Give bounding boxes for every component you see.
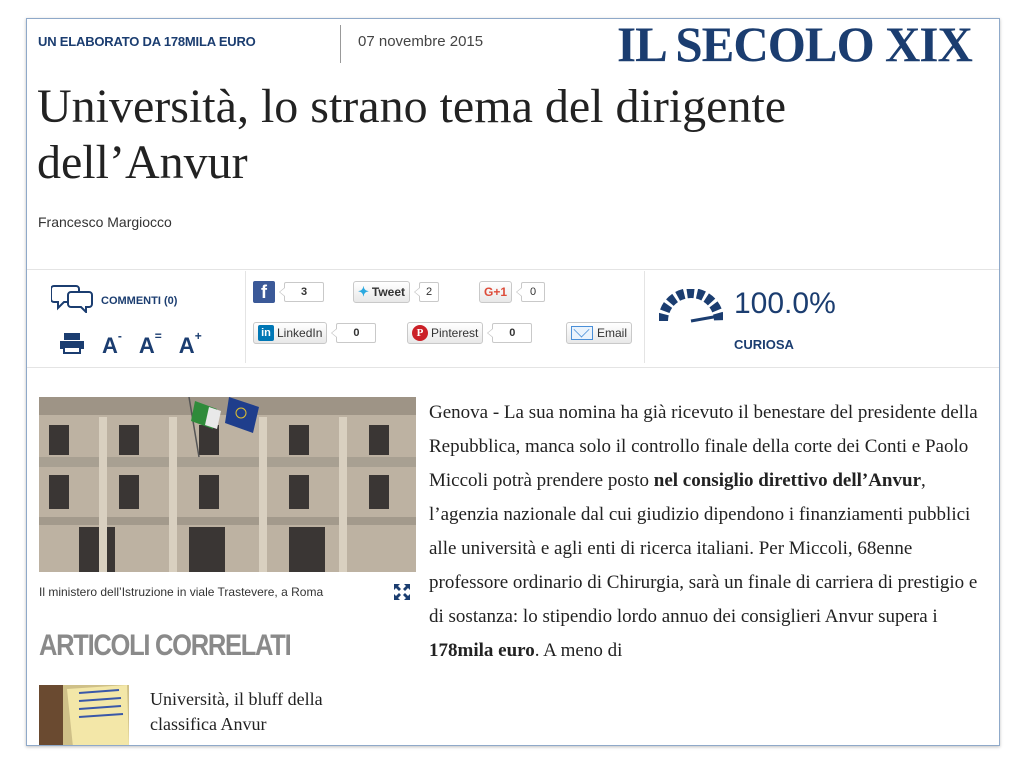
linkedin-count: 0 bbox=[331, 323, 377, 343]
pinterest-share: P Pinterest 0 bbox=[407, 322, 533, 344]
comments-icon bbox=[50, 283, 95, 318]
article-kicker: UN ELABORATO DA 178MILA EURO bbox=[38, 34, 256, 49]
toolbar-top-divider bbox=[27, 269, 999, 270]
email-button[interactable]: Email bbox=[566, 322, 633, 344]
page-title: Università, lo strano tema del dirigente… bbox=[37, 80, 787, 189]
gplus-button[interactable]: G+1 bbox=[479, 281, 513, 303]
toolbar-divider bbox=[245, 271, 246, 363]
mood-label[interactable]: CURIOSA bbox=[734, 337, 794, 352]
font-decrease-letter: A bbox=[102, 332, 118, 358]
font-reset-letter: A bbox=[138, 332, 155, 358]
share-row: f 3 bbox=[253, 281, 324, 303]
comments-label: COMMENTI (0) bbox=[101, 294, 178, 307]
article-date: 07 novembre 2015 bbox=[358, 33, 484, 50]
pinterest-button[interactable]: P Pinterest bbox=[407, 322, 484, 344]
email-icon bbox=[571, 326, 593, 340]
font-decrease-button[interactable]: A- bbox=[102, 329, 122, 359]
font-decrease-mark: - bbox=[117, 329, 122, 344]
article-highlight: 178mila euro bbox=[429, 640, 535, 661]
font-increase-button[interactable]: A+ bbox=[178, 329, 202, 359]
article-text: . A meno di bbox=[534, 640, 623, 661]
print-icon[interactable] bbox=[59, 332, 85, 359]
comments-button[interactable]: COMMENTI (0) bbox=[50, 283, 178, 318]
related-article-link[interactable]: Università, il bluff della classifica An… bbox=[150, 687, 390, 737]
mood-gauge-icon bbox=[658, 288, 724, 330]
toolbar-bottom-divider bbox=[27, 367, 999, 368]
tweet-share: ✦ Tweet 2 bbox=[353, 281, 440, 303]
article-highlight: nel consiglio direttivo dell’Anvur bbox=[653, 470, 921, 491]
linkedin-share: in LinkedIn 0 bbox=[253, 322, 377, 344]
twitter-bird-icon: ✦ bbox=[358, 284, 369, 299]
font-reset-mark: = bbox=[154, 329, 162, 344]
related-articles-heading: ARTICOLI CORRELATI bbox=[39, 629, 292, 662]
mood-percentage: 100.0% bbox=[734, 287, 836, 320]
article-photo[interactable] bbox=[39, 397, 416, 572]
font-increase-letter: A bbox=[178, 332, 195, 358]
email-label: Email bbox=[597, 326, 628, 340]
font-increase-mark: + bbox=[194, 329, 202, 344]
pinterest-label: Pinterest bbox=[431, 326, 479, 340]
article-page: UN ELABORATO DA 178MILA EURO 07 novembre… bbox=[26, 18, 1000, 746]
toolbar-divider bbox=[644, 271, 645, 363]
tweet-button[interactable]: ✦ Tweet bbox=[353, 281, 411, 303]
text-tools: A- A= A+ bbox=[59, 329, 202, 359]
article-author[interactable]: Francesco Margiocco bbox=[38, 214, 172, 230]
linkedin-button[interactable]: in LinkedIn bbox=[253, 322, 328, 344]
tweet-count: 2 bbox=[414, 282, 440, 302]
linkedin-icon: in bbox=[258, 325, 274, 341]
facebook-icon[interactable]: f bbox=[253, 281, 275, 303]
article-body: Genova - La sua nomina ha già ricevuto i… bbox=[429, 396, 991, 668]
related-article-thumbnail[interactable] bbox=[39, 685, 129, 745]
email-share: Email bbox=[566, 322, 633, 344]
facebook-count: 3 bbox=[279, 282, 324, 302]
site-logo[interactable]: IL SECOLO XIX bbox=[617, 19, 973, 73]
photo-caption: Il ministero dell’Istruzione in viale Tr… bbox=[39, 585, 324, 599]
pinterest-icon: P bbox=[412, 325, 428, 341]
header-divider bbox=[340, 25, 341, 63]
tweet-label: Tweet bbox=[371, 285, 406, 299]
article-text: , l’agenzia nazionale dal cui giudizio d… bbox=[429, 470, 978, 627]
expand-icon[interactable] bbox=[393, 583, 411, 601]
gplus-count: 0 bbox=[516, 282, 546, 302]
gplus-share: G+1 0 bbox=[479, 281, 546, 303]
font-reset-button[interactable]: A= bbox=[138, 329, 162, 359]
linkedin-label: LinkedIn bbox=[277, 326, 323, 340]
pinterest-count: 0 bbox=[487, 323, 533, 343]
